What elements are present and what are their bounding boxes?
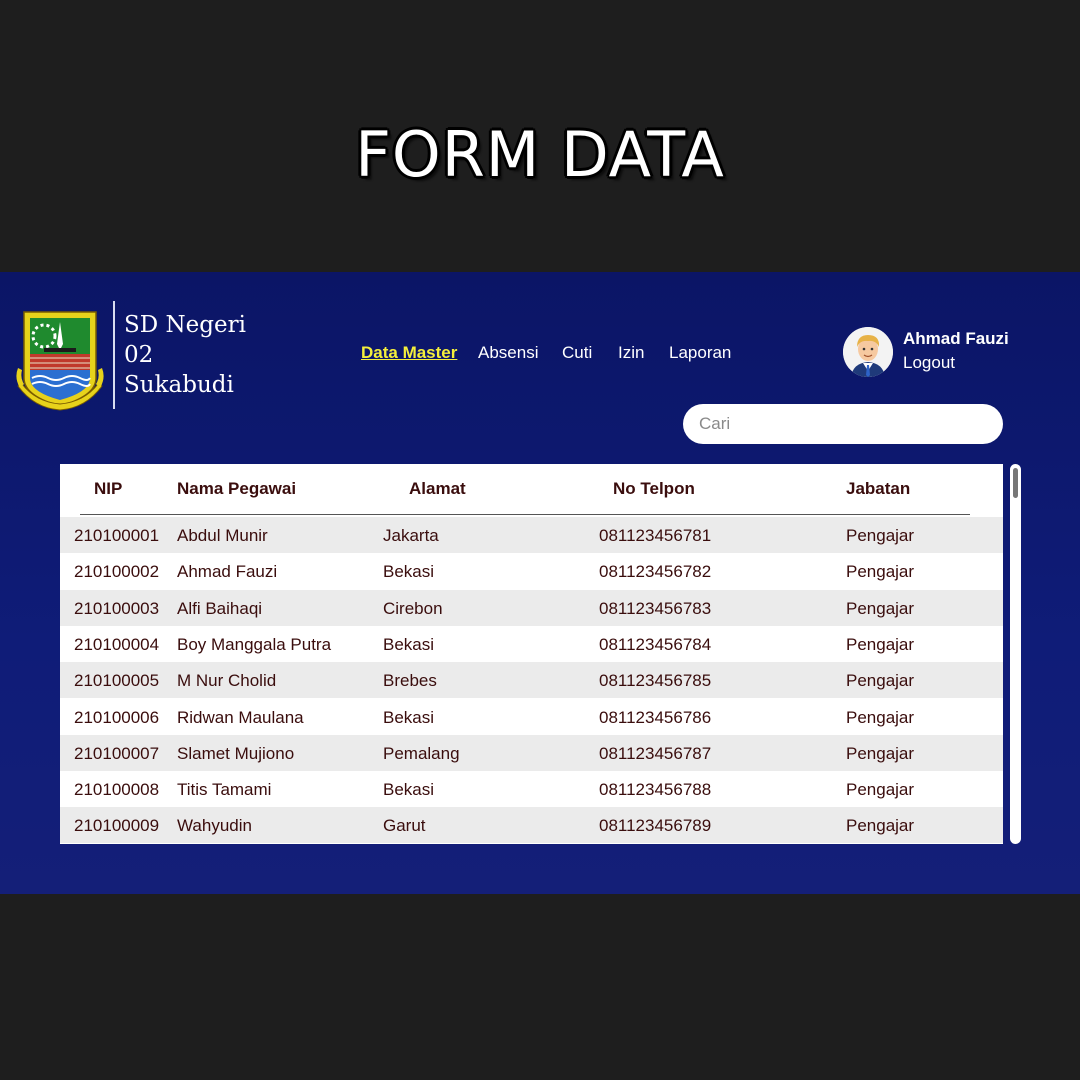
nav-laporan[interactable]: Laporan: [669, 343, 731, 363]
regional-crest-logo: [16, 311, 104, 411]
cell-nama: Boy Manggala Putra: [177, 634, 332, 654]
cell-alamat: Pemalang: [383, 743, 460, 763]
header-jabatan[interactable]: Jabatan: [846, 479, 910, 499]
table-row[interactable]: 210100003 Alfi Baihaqi Cirebon 081123456783…: [60, 589, 1003, 626]
cell-nama: Ridwan Maulana: [177, 707, 304, 727]
user-name: Ahmad Fauzi: [903, 329, 1009, 348]
cell-telpon: 081123456786: [599, 707, 712, 727]
logout-link[interactable]: Logout: [903, 353, 955, 373]
cell-jabatan: Pengajar: [846, 707, 915, 727]
cell-alamat: Bekasi: [383, 780, 435, 800]
cell-nama: Alfi Baihaqi: [177, 598, 263, 618]
cell-nip: 210100007: [74, 743, 160, 763]
cell-jabatan: Pengajar: [846, 780, 915, 800]
header-no-telpon[interactable]: No Telpon: [613, 479, 695, 499]
employee-table: NIP Nama Pegawai Alamat No Telpon Jabata…: [60, 464, 1003, 844]
cell-telpon: 081123456781: [599, 526, 712, 545]
header-nama-pegawai[interactable]: Nama Pegawai: [177, 479, 296, 499]
app-window: SD Negeri 02 Sukabudi Data Master Absens…: [0, 272, 1080, 894]
table-row[interactable]: 210100007 Slamet Mujiono Pemalang 081123456…: [60, 734, 1003, 771]
cell-jabatan: Pengajar: [846, 526, 915, 545]
cell-alamat: Cirebon: [383, 598, 443, 618]
cell-telpon: 081123456782: [599, 562, 712, 582]
table-row[interactable]: 210100009 Wahyudin Garut 081123456789 Pengaj…: [60, 807, 1003, 844]
cell-alamat: Jakarta: [383, 526, 439, 545]
cell-telpon: 081123456785: [599, 671, 712, 691]
table-scrollbar[interactable]: [1010, 464, 1021, 844]
header-divider: [80, 514, 970, 515]
cell-telpon: 081123456788: [599, 780, 712, 800]
table-row[interactable]: 210100002 Ahmad Fauzi Bekasi 081123456782 Pe…: [60, 553, 1003, 589]
cell-alamat: Garut: [383, 816, 426, 836]
nav-izin[interactable]: Izin: [618, 343, 644, 363]
cell-nip: 210100008: [74, 780, 160, 800]
cell-telpon: 081123456784: [599, 634, 712, 654]
cell-nama: Wahyudin: [177, 816, 252, 836]
cell-jabatan: Pengajar: [846, 634, 915, 654]
table-row[interactable]: 210100005 M Nur Cholid Brebes 081123456785 P…: [60, 662, 1003, 699]
cell-nip: 210100001: [74, 526, 160, 545]
cell-nama: Ahmad Fauzi: [177, 562, 278, 582]
cell-nama: Slamet Mujiono: [177, 743, 295, 763]
brand-divider: [113, 301, 115, 409]
school-name: SD Negeri 02 Sukabudi: [124, 312, 246, 398]
cell-nip: 210100004: [74, 634, 160, 654]
table-row[interactable]: 210100004 Boy Manggala Putra Bekasi 0811234…: [60, 626, 1003, 662]
cell-jabatan: Pengajar: [846, 816, 915, 836]
header-alamat[interactable]: Alamat: [409, 479, 466, 499]
nav-cuti[interactable]: Cuti: [562, 343, 592, 363]
page-title: FORM DATA: [355, 118, 725, 191]
cell-alamat: Bekasi: [383, 634, 435, 654]
cell-telpon: 081123456783: [599, 598, 712, 618]
cell-telpon: 081123456789: [599, 816, 712, 836]
search-input[interactable]: [683, 404, 1003, 444]
cell-telpon: 081123456787: [599, 743, 712, 763]
cell-jabatan: Pengajar: [846, 743, 915, 763]
cell-jabatan: Pengajar: [846, 671, 915, 691]
user-avatar-icon[interactable]: [843, 327, 893, 377]
header-nip[interactable]: NIP: [94, 479, 122, 499]
cell-nama: Titis Tamami: [177, 780, 272, 800]
nav-absensi[interactable]: Absensi: [478, 343, 538, 363]
cell-alamat: Bekasi: [383, 562, 435, 582]
nav-data-master[interactable]: Data Master: [361, 343, 457, 363]
cell-nama: M Nur Cholid: [177, 671, 277, 691]
cell-nip: 210100009: [74, 816, 160, 836]
cell-nip: 210100006: [74, 707, 160, 727]
cell-nip: 210100003: [74, 598, 160, 618]
cell-nama: Abdul Munir: [177, 526, 268, 545]
cell-nip: 210100005: [74, 671, 160, 691]
cell-jabatan: Pengajar: [846, 598, 915, 618]
cell-nip: 210100002: [74, 562, 160, 582]
cell-alamat: Bekasi: [383, 707, 435, 727]
scrollbar-thumb[interactable]: [1013, 468, 1018, 498]
table-row[interactable]: 210100001 Abdul Munir Jakarta 081123456781 P…: [60, 517, 1003, 553]
cell-jabatan: Pengajar: [846, 562, 915, 582]
table-row[interactable]: 210100008 Titis Tamami Bekasi 081123456788 P…: [60, 771, 1003, 807]
cell-alamat: Brebes: [383, 671, 437, 691]
table-row[interactable]: 210100006 Ridwan Maulana Bekasi 08112345678…: [60, 699, 1003, 735]
